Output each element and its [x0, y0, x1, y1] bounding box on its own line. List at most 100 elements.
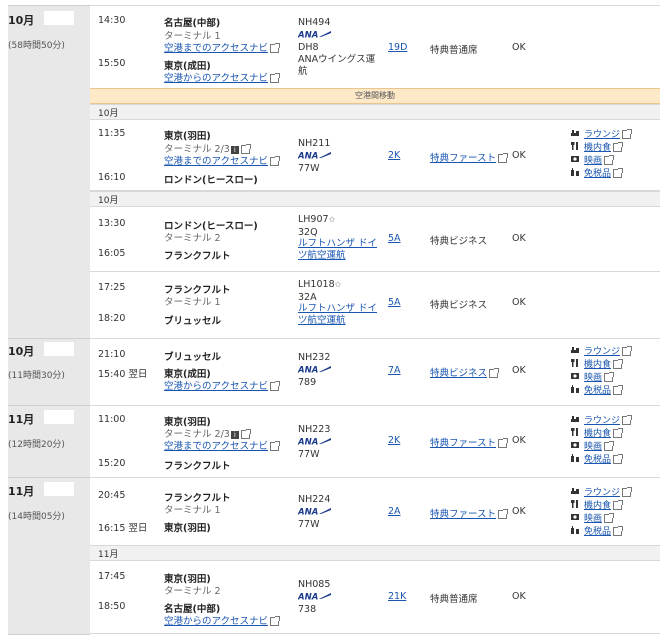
external-link-icon — [613, 428, 624, 438]
external-link-icon — [270, 441, 281, 451]
flight-number: LH907✩ — [298, 214, 336, 225]
status: OK — [512, 150, 526, 161]
seat-link[interactable]: 19D — [388, 42, 407, 53]
lounge-link[interactable]: ラウンジ — [584, 344, 633, 357]
seat-link[interactable]: 2K — [388, 150, 400, 161]
external-link-icon — [498, 438, 509, 448]
ana-logo-icon: ANA — [298, 437, 332, 445]
arrival-city: フランクフルト — [164, 461, 231, 472]
arrival-time: 15:40 翌日 — [98, 369, 148, 380]
fare-class-link[interactable]: 特典ファースト — [430, 150, 509, 164]
flight-number: NH211 — [298, 138, 331, 149]
departure-terminal: ターミナル 1 — [164, 297, 221, 308]
departure-city: 東京(羽田) — [164, 131, 211, 142]
dutyfree-link[interactable]: 免税品 — [584, 166, 624, 179]
external-link-icon — [270, 43, 281, 53]
access-nav-link[interactable]: 空港からのアクセスナビ — [164, 613, 281, 627]
meal-link[interactable]: 機内食 — [584, 426, 624, 439]
external-link-icon — [270, 381, 281, 391]
itinerary-table: { "transfer_label": "空港間移動", "ok": "OK",… — [0, 0, 668, 639]
star-alliance-icon: ✩ — [328, 215, 336, 224]
aircraft-type: 77W — [298, 449, 320, 460]
fare-class: 特典普通席 — [430, 45, 478, 56]
external-link-icon — [622, 415, 633, 425]
external-link-icon — [613, 526, 624, 536]
row-divider — [90, 405, 660, 406]
lounge-icon — [571, 416, 579, 422]
access-nav-link[interactable]: 空港からのアクセスナビ — [164, 378, 281, 392]
fare-class-link[interactable]: 特典ファースト — [430, 435, 509, 449]
service-list: ラウンジ 機内食 映画 免税品 — [570, 413, 650, 465]
svg-text:ANA: ANA — [298, 593, 318, 601]
flight-number: LH1018✩ — [298, 279, 342, 290]
svg-text:ANA: ANA — [298, 508, 318, 516]
movie-link[interactable]: 映画 — [584, 370, 615, 383]
seat-link[interactable]: 5A — [388, 297, 401, 308]
meal-link[interactable]: 機内食 — [584, 140, 624, 153]
external-link-icon — [604, 513, 615, 523]
redacted-block — [44, 11, 74, 25]
movie-link[interactable]: 映画 — [584, 511, 615, 524]
lounge-link[interactable]: ラウンジ — [584, 413, 633, 426]
lounge-link[interactable]: ラウンジ — [584, 127, 633, 140]
lounge-icon — [571, 347, 579, 353]
fare-class-link[interactable]: 特典ファースト — [430, 506, 509, 520]
dutyfree-link[interactable]: 免税品 — [584, 383, 624, 396]
external-link-icon — [622, 346, 633, 356]
group-date: 11月 — [8, 485, 35, 498]
external-link-icon — [622, 487, 633, 497]
flight-number: NH085 — [298, 579, 331, 590]
seat-link[interactable]: 2K — [388, 435, 400, 446]
dutyfree-link[interactable]: 免税品 — [584, 452, 624, 465]
departure-terminal: ターミナル 1 — [164, 505, 221, 516]
access-nav-link[interactable]: 空港からのアクセスナビ — [164, 70, 281, 84]
redacted-block — [44, 342, 74, 356]
movie-icon — [571, 156, 579, 162]
external-link-icon — [613, 500, 624, 510]
access-nav-link[interactable]: 空港までのアクセスナビ — [164, 40, 281, 54]
ana-logo-icon: ANA — [298, 592, 332, 600]
lounge-link[interactable]: ラウンジ — [584, 485, 633, 498]
svg-text:ANA: ANA — [298, 438, 318, 446]
redacted-block — [44, 482, 74, 496]
seat-link[interactable]: 21K — [388, 591, 406, 602]
status: OK — [512, 435, 526, 446]
arrival-time: 16:05 — [98, 248, 126, 259]
dutyfree-link[interactable]: 免税品 — [584, 524, 624, 537]
dutyfree-icon — [571, 385, 579, 393]
external-link-icon — [613, 385, 624, 395]
departure-terminal: ターミナル 2 — [164, 233, 221, 244]
access-nav-link[interactable]: 空港までのアクセスナビ — [164, 438, 281, 452]
meal-link[interactable]: 機内食 — [584, 498, 624, 511]
svg-text:ANA: ANA — [298, 152, 318, 160]
seat-link[interactable]: 5A — [388, 233, 401, 244]
flight-number: NH223 — [298, 424, 331, 435]
seat-link[interactable]: 7A — [388, 365, 401, 376]
arrival-city: 東京(羽田) — [164, 523, 211, 534]
seat-link[interactable]: 2A — [388, 506, 401, 517]
departure-time: 11:00 — [98, 414, 126, 425]
movie-link[interactable]: 映画 — [584, 439, 615, 452]
meal-icon — [571, 428, 578, 436]
operator-link[interactable]: ルフトハンザ ドイツ航空運航 — [298, 238, 380, 262]
flight-number: NH494 — [298, 17, 331, 28]
external-link-icon — [604, 155, 615, 165]
row-divider — [90, 338, 660, 339]
status: OK — [512, 591, 526, 602]
service-list: ラウンジ 機内食 映画 免税品 — [570, 485, 650, 537]
aircraft-type: 789 — [298, 377, 317, 388]
status: OK — [512, 233, 526, 244]
service-list: ラウンジ 機内食 映画 免税品 — [570, 344, 650, 396]
movie-link[interactable]: 映画 — [584, 153, 615, 166]
meal-link[interactable]: 機内食 — [584, 357, 624, 370]
arrival-time: 15:20 — [98, 458, 126, 469]
departure-time: 21:10 — [98, 349, 126, 360]
aircraft-type: DH8 — [298, 42, 319, 53]
access-nav-link[interactable]: 空港までのアクセスナビ — [164, 153, 281, 167]
departure-time: 13:30 — [98, 218, 126, 229]
lounge-icon — [571, 488, 579, 494]
operator-link[interactable]: ルフトハンザ ドイツ航空運航 — [298, 303, 380, 327]
arrival-city: ロンドン(ヒースロー) — [164, 175, 258, 186]
meal-icon — [571, 142, 578, 150]
fare-class-link[interactable]: 特典ビジネス — [430, 365, 500, 379]
